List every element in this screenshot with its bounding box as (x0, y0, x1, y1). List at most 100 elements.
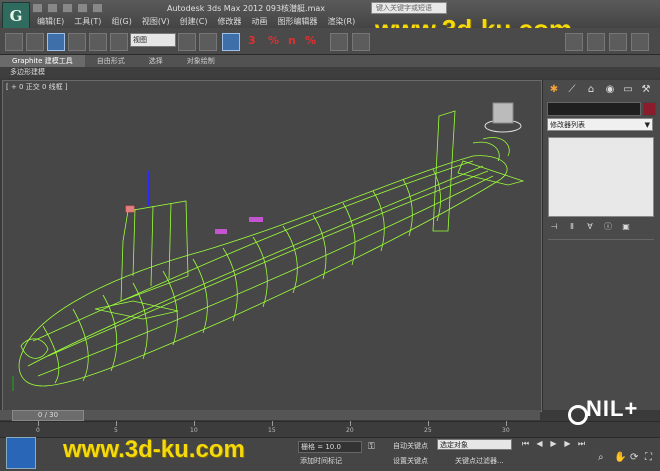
tick (194, 421, 195, 426)
watermark-bottom-text: www.3d-ku.com (63, 436, 245, 463)
menu-modifiers[interactable]: 修改器 (212, 16, 246, 28)
tick (116, 421, 117, 426)
pan-icon[interactable]: ✋ (614, 452, 626, 463)
link-icon[interactable] (5, 33, 23, 51)
save-icon[interactable] (62, 3, 73, 13)
display-tab-icon[interactable]: ▭ (622, 84, 634, 96)
render-setup-icon[interactable] (587, 33, 605, 51)
material-editor-icon[interactable] (565, 33, 583, 51)
viewcube[interactable] (494, 103, 514, 123)
tick-label: 25 (424, 427, 432, 434)
tick-label: 10 (190, 427, 198, 434)
tick (506, 421, 507, 426)
object-color-swatch[interactable] (643, 102, 656, 116)
open-icon[interactable] (47, 3, 58, 13)
tick-label: 15 (268, 427, 276, 434)
perspective-viewport[interactable] (2, 80, 542, 412)
maxscript-listener-icon[interactable] (6, 437, 36, 469)
polygon-modeling-label[interactable]: 多边形建模 (10, 68, 45, 76)
object-name-field[interactable] (547, 102, 641, 116)
pin-stack-icon[interactable]: ⊣ (548, 222, 560, 232)
tick (428, 421, 429, 426)
move-gizmo-icon[interactable] (199, 33, 217, 51)
tab-object-paint[interactable]: 对象绘制 (175, 55, 227, 67)
previous-frame-icon[interactable]: ◀ (534, 439, 545, 449)
select-rotate-icon[interactable] (89, 33, 107, 51)
rendered-frame-icon[interactable] (609, 33, 627, 51)
selection-set-dropdown[interactable]: 选定对象 (437, 439, 512, 450)
search-input[interactable]: 键入关键字或短语 (371, 2, 447, 14)
pivot-icon[interactable] (178, 33, 196, 51)
menu-create[interactable]: 创建(C) (175, 16, 213, 28)
tick (350, 421, 351, 426)
menu-graph-editors[interactable]: 图形编辑器 (272, 16, 322, 28)
utilities-tab-icon[interactable]: ⚒ (640, 84, 652, 96)
chevron-down-icon: ▼ (644, 121, 650, 129)
menu-views[interactable]: 视图(V) (137, 16, 175, 28)
configure-modifier-icon[interactable]: ▣ (620, 222, 632, 232)
key-filters-button[interactable]: 关键点过滤器... (455, 456, 504, 466)
select-scale-icon[interactable] (110, 33, 128, 51)
keyboard-shortcut-icon[interactable] (222, 33, 240, 51)
tab-selection[interactable]: 选择 (137, 55, 175, 67)
menu-tools[interactable]: 工具(T) (69, 16, 106, 28)
menu-rendering[interactable]: 渲染(R) (322, 16, 360, 28)
orbit-icon[interactable]: ⟳ (630, 452, 638, 463)
playback-controls: ⏮ ◀ ▶ ▶ ⏭ (520, 439, 587, 449)
modifier-stack[interactable] (548, 137, 654, 217)
mirror-icon[interactable] (330, 33, 348, 51)
panel-divider (548, 239, 654, 240)
maximize-viewport-icon[interactable]: ⛶ (645, 452, 652, 463)
app-menu-button[interactable]: G (2, 2, 30, 30)
auto-key-button[interactable]: 自动关键点 (393, 441, 428, 451)
make-unique-icon[interactable]: ∀ (584, 222, 596, 232)
render-icon[interactable] (631, 33, 649, 51)
select-object-icon[interactable] (47, 33, 65, 51)
hierarchy-tab-icon[interactable]: ⌂ (585, 84, 597, 96)
tick-label: 30 (502, 427, 510, 434)
zoom-icon[interactable]: ⌕ (598, 452, 604, 463)
reference-coordinate-dropdown[interactable]: 视图 (130, 33, 176, 47)
spinner-snap-icon[interactable]: % (305, 34, 316, 47)
modify-tab-icon[interactable]: ⟋ (566, 84, 578, 96)
next-frame-icon[interactable]: ▶ (562, 439, 573, 449)
menu-edit[interactable]: 编辑(E) (32, 16, 69, 28)
menu-bar: 编辑(E) 工具(T) 组(G) 视图(V) 创建(C) 修改器 动画 图形编辑… (32, 16, 360, 28)
stack-buttons: ⊣ Ⅱ ∀ ⓘ ▣ (548, 222, 632, 232)
snap-toggle-icon[interactable]: 3 (248, 34, 256, 47)
menu-group[interactable]: 组(G) (106, 16, 136, 28)
show-end-result-icon[interactable]: Ⅱ (566, 222, 578, 232)
modifier-list-dropdown[interactable]: 修改器列表 ▼ (547, 118, 653, 131)
select-region-icon[interactable] (26, 33, 44, 51)
submarine-wireframe (12, 102, 525, 391)
redo-icon[interactable] (92, 3, 103, 13)
tick-label: 20 (346, 427, 354, 434)
set-key-button[interactable]: 设置关键点 (393, 456, 428, 466)
ribbon-tabs: Graphite 建模工具 自由形式 选择 对象绘制 (0, 55, 660, 67)
align-icon[interactable] (352, 33, 370, 51)
go-to-end-icon[interactable]: ⏭ (576, 439, 587, 449)
motion-tab-icon[interactable]: ◉ (604, 84, 616, 96)
new-icon[interactable] (32, 3, 43, 13)
tab-graphite[interactable]: Graphite 建模工具 (0, 55, 85, 67)
undo-icon[interactable] (77, 3, 88, 13)
play-icon[interactable]: ▶ (548, 439, 559, 449)
quick-access-toolbar (32, 3, 103, 13)
tick (272, 421, 273, 426)
go-to-start-icon[interactable]: ⏮ (520, 439, 531, 449)
viewport-label[interactable]: [ + 0 正交 0 线框 ] (6, 82, 68, 92)
menu-animation[interactable]: 动画 (246, 16, 272, 28)
ribbon-panel: 多边形建模 (0, 67, 660, 78)
key-icon[interactable]: ⚿ (368, 442, 375, 452)
nil-logo-mark (568, 405, 588, 425)
select-move-icon[interactable] (68, 33, 86, 51)
create-tab-icon[interactable]: ✱ (548, 84, 560, 96)
remove-modifier-icon[interactable]: ⓘ (602, 222, 614, 232)
time-slider-thumb[interactable]: 0 / 30 (12, 410, 84, 421)
percent-snap-icon[interactable]: n (288, 34, 296, 47)
tab-freeform[interactable]: 自由形式 (85, 55, 137, 67)
add-time-tag-button[interactable]: 添加时间标记 (300, 456, 342, 466)
angle-snap-icon[interactable]: % (268, 34, 279, 47)
tick-label: 0 (36, 427, 40, 434)
grid-spacing-field: 栅格 = 10.0 (298, 441, 362, 453)
